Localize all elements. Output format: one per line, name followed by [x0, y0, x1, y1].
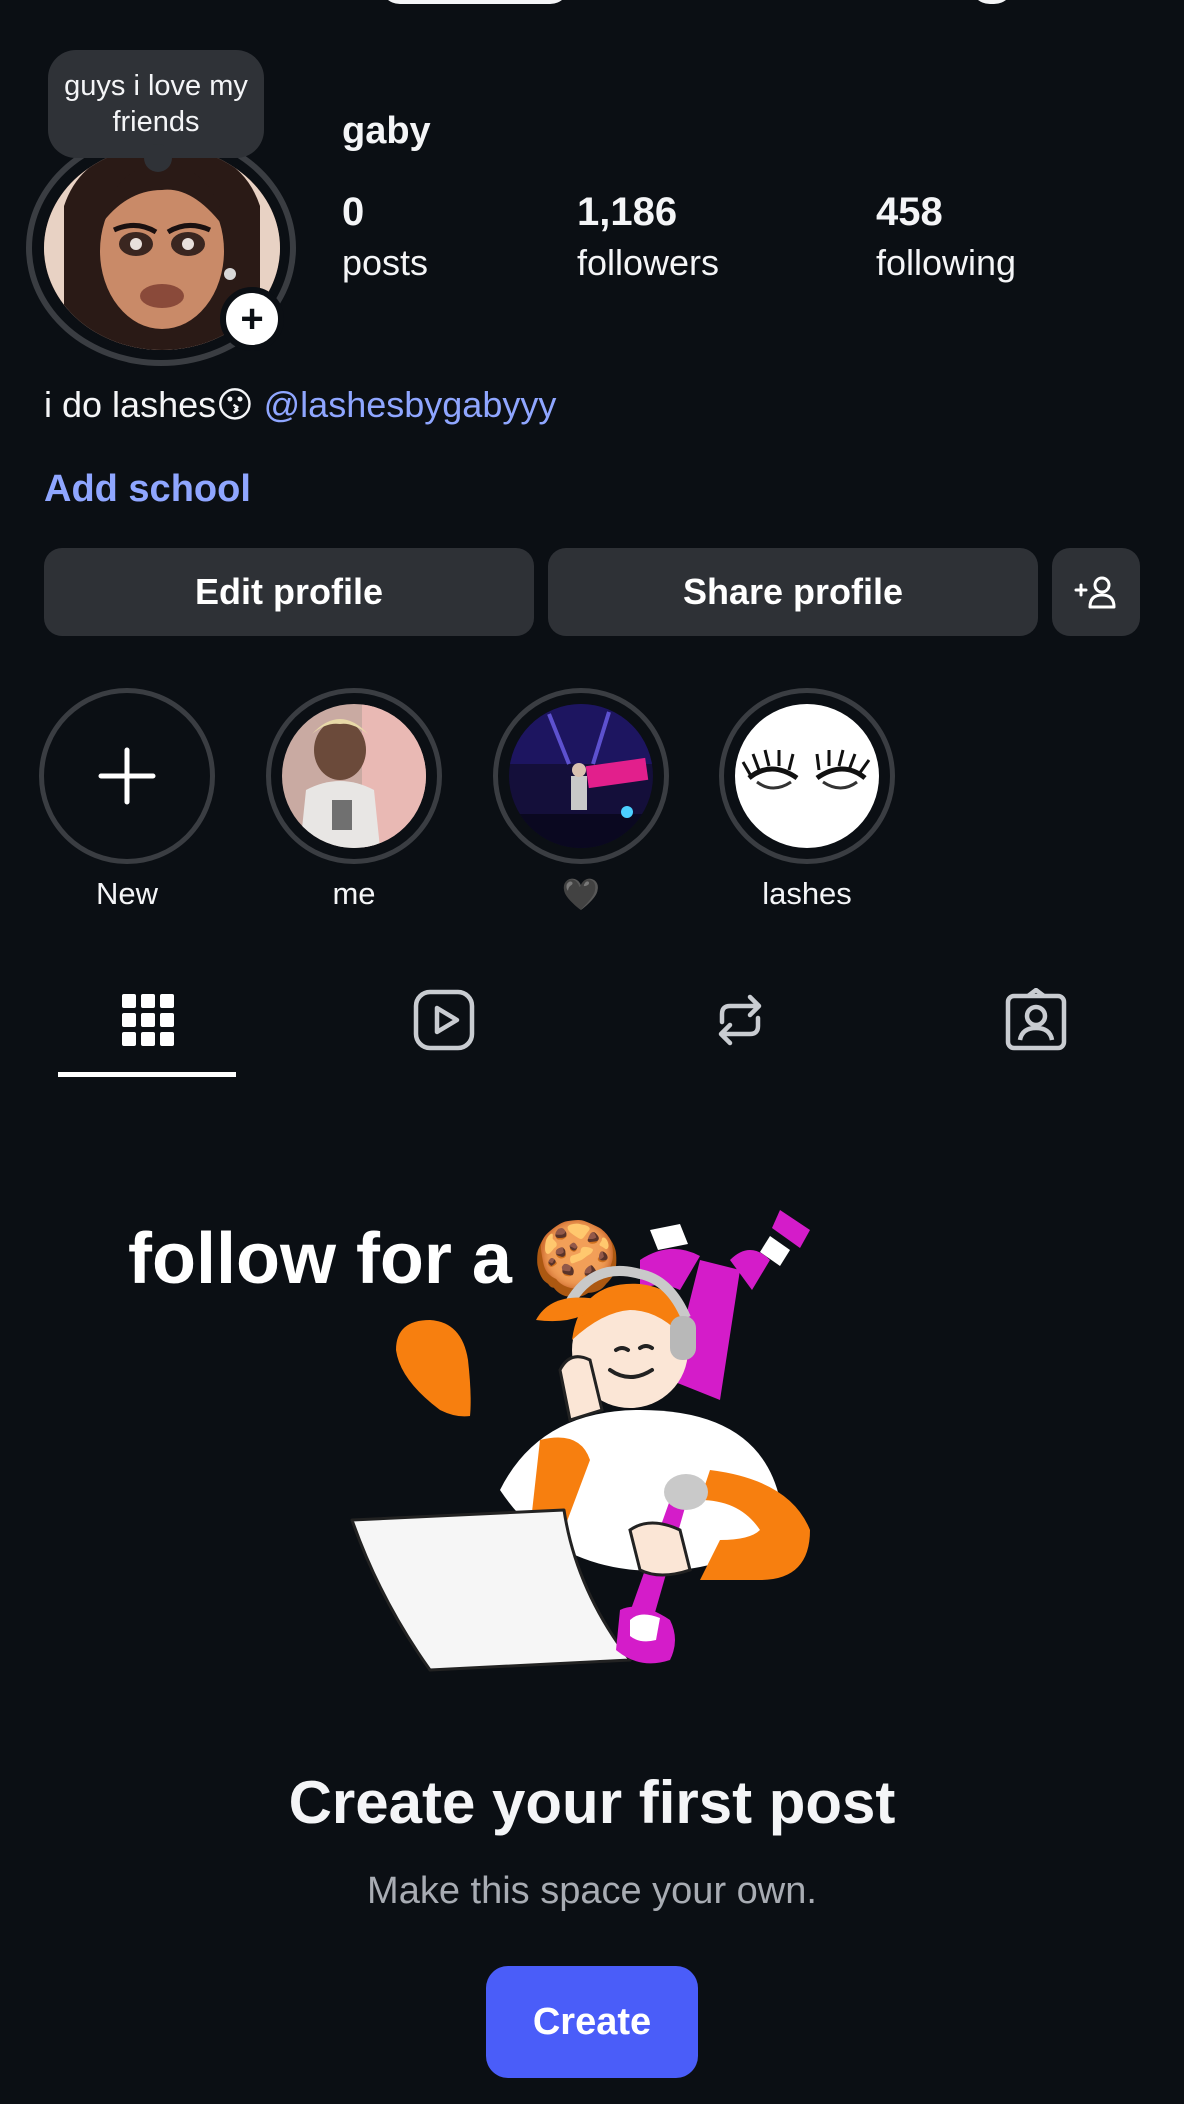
- followers-label[interactable]: followers: [577, 242, 719, 284]
- edit-profile-button[interactable]: Edit profile: [44, 548, 534, 636]
- bio-text: i do lashes😗: [44, 384, 254, 425]
- following-label[interactable]: following: [876, 242, 1016, 284]
- empty-state-title: Create your first post: [288, 1769, 896, 1836]
- posts-label: posts: [342, 242, 429, 283]
- selected-tab-indicator: [58, 1072, 236, 1077]
- empty-state-subtitle: Make this space your own.: [367, 1870, 817, 1912]
- grid-icon: [122, 994, 174, 1046]
- highlight-lashes[interactable]: [719, 688, 895, 864]
- tagged-icon: [1005, 987, 1067, 1051]
- add-school-link[interactable]: Add school: [44, 468, 251, 511]
- highlight-label-lashes: lashes: [762, 876, 852, 911]
- share-profile-button[interactable]: Share profile: [548, 548, 1038, 636]
- tab-posts-grid[interactable]: [116, 988, 180, 1052]
- highlight-me[interactable]: [266, 688, 442, 864]
- highlight-cover-heart: [509, 704, 653, 848]
- note-text: guys i love my friends: [64, 70, 248, 138]
- new-highlight-button[interactable]: [39, 688, 215, 864]
- empty-state-illustration: [350, 1210, 810, 1672]
- posts-count: 0: [342, 190, 365, 234]
- header-icon-fragment: [970, 0, 1014, 4]
- reels-icon: [413, 989, 475, 1051]
- highlight-cover-me: [282, 704, 426, 848]
- header-title-fragment: [380, 0, 570, 4]
- highlight-label-me: me: [332, 876, 376, 911]
- tab-tagged[interactable]: [1004, 987, 1068, 1052]
- repost-icon: [718, 994, 762, 1046]
- create-post-button[interactable]: Create: [486, 1966, 698, 2078]
- plus-icon: +: [240, 297, 264, 341]
- edit-profile-label: Edit profile: [195, 571, 383, 612]
- add-person-icon: [1074, 576, 1116, 609]
- tab-reposts[interactable]: [708, 988, 772, 1052]
- share-profile-label: Share profile: [682, 571, 904, 612]
- discover-people-button[interactable]: [1052, 548, 1140, 636]
- profile-username: gaby: [342, 110, 431, 152]
- plus-icon: [98, 747, 156, 805]
- highlight-cover-lashes: [735, 704, 879, 848]
- highlight-label-new: New: [95, 876, 158, 911]
- decorative-leaf: [536, 1297, 602, 1322]
- highlight-heart[interactable]: [493, 688, 669, 864]
- followers-count[interactable]: 1,186: [577, 190, 677, 235]
- following-count[interactable]: 458: [876, 190, 943, 235]
- highlight-label-heart: 🖤: [561, 877, 601, 912]
- bio: i do lashes😗 @lashesbygabyyy: [44, 384, 556, 426]
- note-bubble[interactable]: guys i love my friends: [48, 50, 264, 172]
- create-post-label: Create: [532, 2000, 652, 2043]
- bio-mention-link[interactable]: @lashesbygabyyy: [264, 384, 557, 425]
- tab-reels[interactable]: [412, 988, 476, 1052]
- add-story-button[interactable]: +: [220, 287, 284, 351]
